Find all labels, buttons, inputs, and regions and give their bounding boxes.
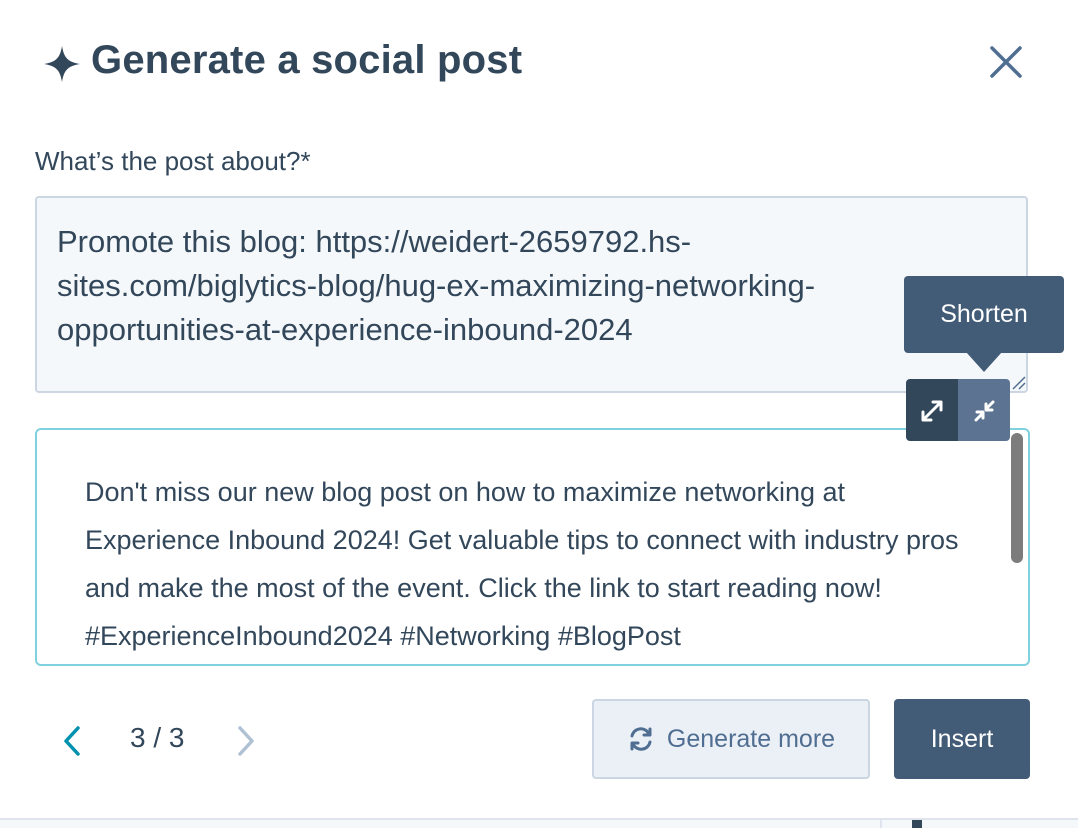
generate-more-button[interactable]: Generate more xyxy=(592,699,870,779)
shorten-icon xyxy=(974,400,995,422)
generated-post-text[interactable]: Don't miss our new blog post on how to m… xyxy=(35,428,1030,666)
tooltip-arrow xyxy=(966,352,1002,372)
length-toggle-group xyxy=(906,379,1010,441)
resize-handle-icon[interactable] xyxy=(1010,374,1026,390)
shorten-button[interactable] xyxy=(958,379,1010,441)
refresh-icon xyxy=(630,727,652,751)
insert-button[interactable]: Insert xyxy=(894,699,1030,779)
divider xyxy=(880,820,882,828)
expand-icon xyxy=(921,400,943,422)
pagination-label: 3 / 3 xyxy=(130,722,185,753)
chevron-left-icon[interactable] xyxy=(58,722,86,760)
sparkle-icon xyxy=(44,46,80,82)
chevron-right-icon[interactable] xyxy=(232,722,260,760)
prompt-label: What’s the post about?* xyxy=(35,146,311,176)
close-icon[interactable] xyxy=(986,44,1026,82)
divider-handle xyxy=(912,820,922,828)
underlying-page-edge xyxy=(0,818,1078,828)
prompt-textarea[interactable]: Promote this blog: https://weidert-26597… xyxy=(35,196,1028,393)
expand-button[interactable] xyxy=(906,379,958,441)
dialog-title: Generate a social post xyxy=(91,38,523,82)
result-scrollbar[interactable] xyxy=(1011,433,1023,563)
shorten-tooltip: Shorten xyxy=(904,276,1064,353)
generate-social-post-dialog: Generate a social post What’s the post a… xyxy=(0,0,1078,828)
generate-more-label: Generate more xyxy=(666,724,836,753)
